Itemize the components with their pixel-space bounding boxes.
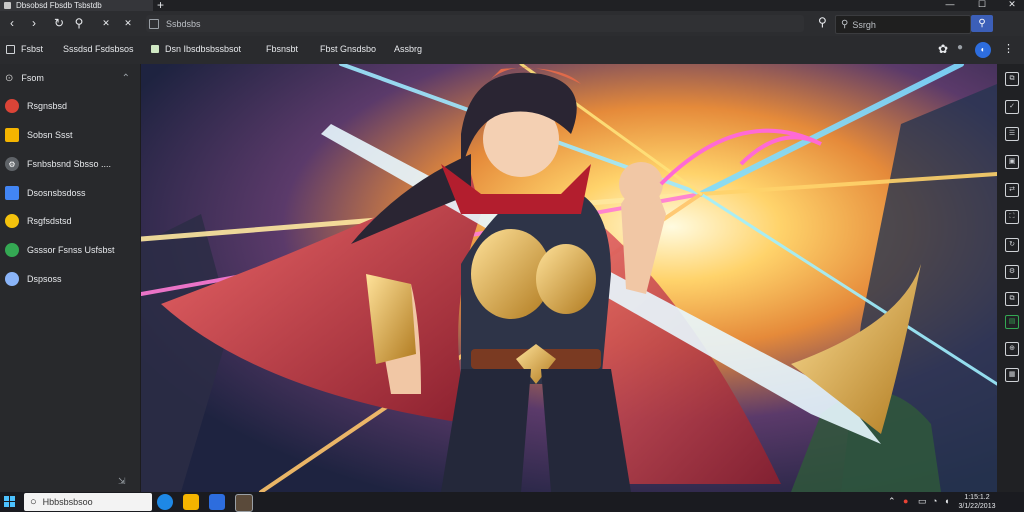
bookmark-item[interactable]: Sssdsd Fsdsbsos bbox=[63, 44, 134, 54]
sidebar-item-label: Dspsoss bbox=[27, 274, 62, 284]
rail-expand-icon[interactable]: ⛶ bbox=[1005, 210, 1019, 224]
bookmark-label: Fbst Gnsdsbo bbox=[320, 44, 377, 54]
forward-button[interactable]: › bbox=[26, 16, 42, 30]
search-icon[interactable]: ⚲ bbox=[818, 15, 827, 29]
reload-button[interactable]: ↻ bbox=[51, 16, 67, 30]
rail-check-icon[interactable]: ✓ bbox=[1005, 100, 1019, 114]
sidebar-item-label: Sobsn Ssst bbox=[27, 130, 73, 140]
file-explorer-icon[interactable] bbox=[183, 494, 199, 510]
sidebar-item-label: Gsssor Fsnss Usfsbst bbox=[27, 245, 115, 255]
screen-icon bbox=[5, 186, 19, 200]
bookmark-item[interactable]: Assbrg bbox=[394, 44, 422, 54]
sidebar-item[interactable]: Gsssor Fsnss Usfsbst bbox=[0, 238, 140, 262]
collapse-icon[interactable]: ⌃ bbox=[122, 73, 130, 84]
sidebar-item[interactable]: Sobsn Ssst bbox=[0, 123, 140, 147]
rail-settings-icon[interactable]: ⚙ bbox=[1005, 265, 1019, 279]
maximize-button[interactable]: ☐ bbox=[972, 0, 992, 10]
tray-chevron-icon[interactable]: ⌃ bbox=[888, 496, 896, 507]
network-icon[interactable]: ▭ bbox=[918, 496, 927, 507]
address-bar[interactable]: Ssbdsbs bbox=[146, 15, 804, 32]
taskbar bbox=[0, 492, 1024, 512]
minimize-button[interactable]: — bbox=[940, 0, 960, 9]
sidebar-item[interactable]: Rsgfsdstsd bbox=[0, 209, 140, 233]
bookmark-label: Sssdsd Fsdsbsos bbox=[63, 44, 134, 54]
taskbar-search-input[interactable]: ○ Hbbsbsbsoo bbox=[24, 493, 152, 511]
leaf-icon bbox=[5, 243, 19, 257]
search-go-button[interactable]: ⚲ bbox=[971, 15, 993, 32]
bookmark-page-icon bbox=[151, 45, 159, 53]
anime-warrior-illustration bbox=[141, 64, 997, 492]
sidebar-item-label: Rsgnsbsd bbox=[27, 101, 68, 111]
search-input-text: Ssrgh bbox=[852, 19, 876, 30]
sidebar-resize-icon[interactable]: ⇲ bbox=[118, 476, 126, 487]
rail-add-icon[interactable]: ⊕ bbox=[1005, 342, 1019, 356]
search-field-icon: ⚲ bbox=[841, 19, 849, 30]
sidebar-item-label: Rsgfsdstsd bbox=[27, 216, 72, 226]
windows-start-icon[interactable] bbox=[4, 496, 16, 508]
rail-grid-icon[interactable]: ▦ bbox=[1005, 368, 1019, 382]
sidebar-item[interactable]: Rsgnsbsd bbox=[0, 94, 140, 118]
tab-favicon-icon bbox=[4, 2, 11, 9]
bookmark-label: Dsn Ibsdbsbssbsot bbox=[165, 44, 242, 54]
taskbar-search-icon: ○ bbox=[30, 496, 37, 508]
stop-icon[interactable]: ✕ bbox=[98, 18, 114, 29]
browser-app-icon[interactable] bbox=[235, 494, 253, 512]
rail-copy-icon[interactable]: ⧉ bbox=[1005, 72, 1019, 86]
camera-icon[interactable]: ● bbox=[957, 42, 963, 53]
bookmark-label: Assbrg bbox=[394, 44, 423, 54]
bookmark-item[interactable]: Fsbst bbox=[6, 44, 43, 54]
store-icon[interactable] bbox=[209, 494, 225, 510]
taskbar-search-text: Hbbsbsbsoo bbox=[42, 497, 93, 507]
sidebar-item-label: Fsnbsbsnd Sbsso .... bbox=[27, 159, 112, 169]
rail-refresh-icon[interactable]: ↻ bbox=[1005, 238, 1019, 252]
sidebar-header[interactable]: ⊙ Fsom ⌃ bbox=[0, 64, 140, 92]
edge-icon[interactable] bbox=[157, 494, 173, 510]
star-icon bbox=[5, 214, 19, 228]
sidebar-header-label: Fsom bbox=[21, 73, 44, 83]
site-info-icon[interactable] bbox=[149, 18, 159, 29]
rail-sheet-icon[interactable]: ▤ bbox=[1005, 315, 1019, 329]
hero-image bbox=[141, 64, 997, 492]
gear-icon: ⚙ bbox=[5, 157, 19, 171]
history-icon: ⊙ bbox=[5, 72, 14, 84]
rail-window-icon[interactable]: ⧉ bbox=[1005, 292, 1019, 306]
bookmark-item[interactable]: Dsn Ibsdbsbssbsot bbox=[151, 44, 241, 54]
extensions-icon[interactable]: ⚲ bbox=[71, 16, 87, 30]
search-input[interactable]: ⚲ Ssrgh bbox=[835, 15, 971, 34]
puzzle-icon[interactable]: ✿ bbox=[938, 42, 948, 56]
menu-icon[interactable]: ⋮ bbox=[1003, 42, 1014, 55]
title-bar bbox=[0, 0, 1024, 11]
sidebar-item[interactable]: ⚙ Fsnbsbsnd Sbsso .... bbox=[0, 152, 140, 176]
close-window-button[interactable]: ✕ bbox=[1002, 0, 1022, 10]
wifi-icon[interactable]: ◔ bbox=[932, 496, 937, 506]
close-icon[interactable]: ✕ bbox=[120, 18, 136, 29]
tray-alert-icon[interactable]: ● bbox=[903, 496, 908, 506]
sidebar-item[interactable]: Dspsoss bbox=[0, 267, 140, 291]
clock-time: 1:15:1.2 bbox=[964, 494, 990, 501]
address-text: Ssbdsbs bbox=[166, 18, 201, 29]
rail-swap-icon[interactable]: ⇄ bbox=[1005, 183, 1019, 197]
bookmark-label: Fbsnsbt bbox=[266, 44, 299, 54]
browser-tab[interactable]: Dbsobsd Fbsdb Tsbstdb bbox=[0, 0, 153, 11]
bookmark-page-icon bbox=[6, 44, 15, 54]
back-button[interactable]: ‹ bbox=[4, 16, 20, 30]
bookmark-label: Fsbst bbox=[21, 44, 44, 54]
volume-icon[interactable]: ◖ bbox=[944, 496, 949, 506]
taskbar-clock[interactable]: 1:15:1.2 3/1/22/2013 bbox=[955, 493, 999, 511]
clock-date: 3/1/22/2013 bbox=[958, 503, 996, 510]
avatar[interactable]: ◐ bbox=[975, 42, 991, 58]
folder-icon bbox=[5, 128, 19, 142]
rail-list-icon[interactable]: ☰ bbox=[1005, 127, 1019, 141]
disc-icon bbox=[5, 272, 19, 286]
tab-title: Dbsobsd Fbsdb Tsbstdb bbox=[16, 1, 102, 10]
bookmark-item[interactable]: Fbst Gnsdsbo bbox=[320, 44, 376, 54]
bookmark-item[interactable]: Fbsnsbt bbox=[266, 44, 298, 54]
sidebar-item-label: Dsosnsbsdoss bbox=[27, 188, 86, 198]
rail-image-icon[interactable]: ▣ bbox=[1005, 155, 1019, 169]
chrome-icon bbox=[5, 99, 19, 113]
sidebar-item[interactable]: Dsosnsbsdoss bbox=[0, 181, 140, 205]
